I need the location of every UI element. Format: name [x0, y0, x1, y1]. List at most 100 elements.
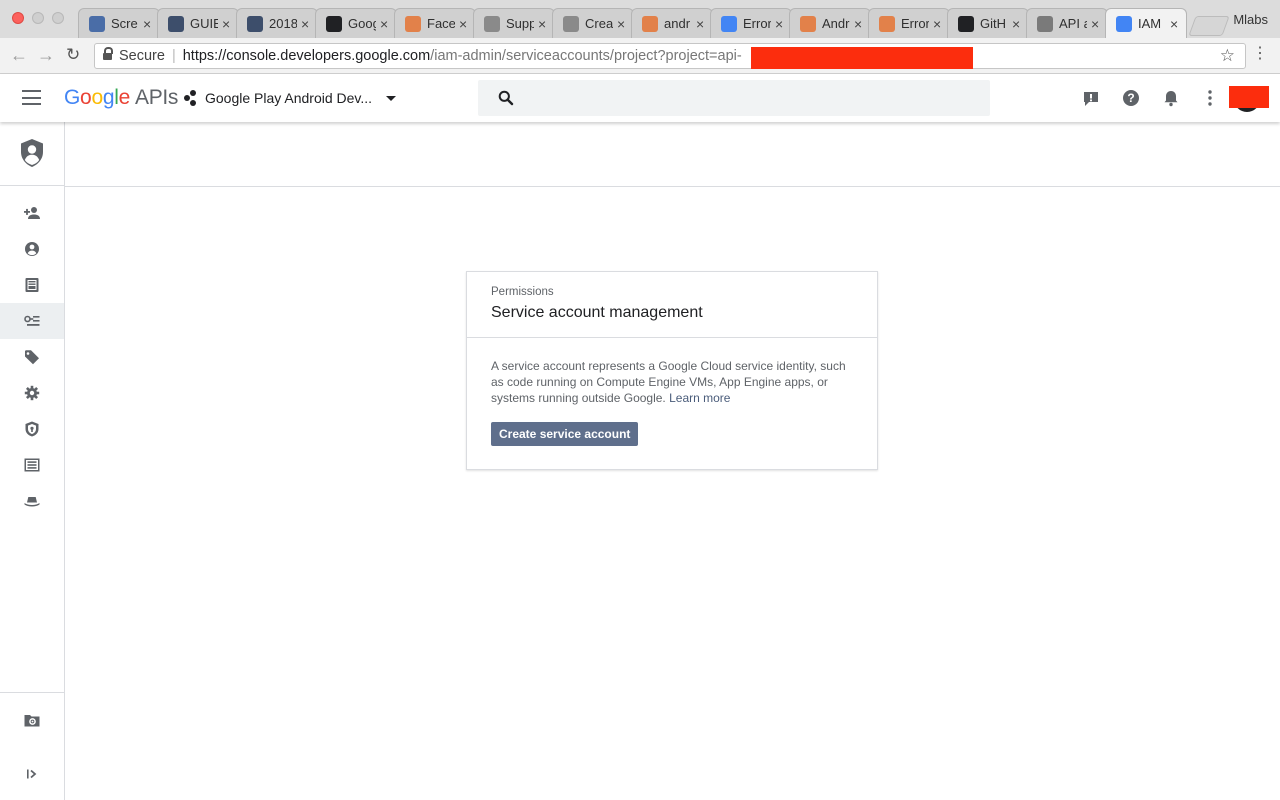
redaction-block	[1229, 86, 1269, 108]
tab-close-icon[interactable]: ×	[538, 17, 548, 31]
browser-tab[interactable]: Andr ×	[789, 8, 871, 38]
url-separator: |	[171, 48, 176, 64]
sidebar-expand-toggle[interactable]	[0, 756, 64, 792]
redaction-block	[751, 47, 973, 69]
console-header: Google APIs Google Play Android Dev... ?	[0, 74, 1280, 122]
sidebar-item-quotas[interactable]	[0, 447, 64, 483]
secure-label: Secure	[119, 48, 165, 64]
help-icon[interactable]: ?	[1121, 88, 1141, 108]
sidebar-item-iam[interactable]	[0, 195, 64, 231]
stackoverflow-icon	[879, 15, 895, 32]
play-icon	[1037, 15, 1053, 32]
sidebar-item-privacy[interactable]	[0, 411, 64, 447]
more-options-icon[interactable]	[1200, 88, 1220, 108]
notion-icon	[247, 15, 263, 32]
browser-tab[interactable]: Error ×	[710, 8, 792, 38]
google-icon	[721, 15, 737, 32]
folder-gear-icon	[24, 715, 40, 727]
browser-menu-icon[interactable]: ⋮	[1252, 46, 1268, 62]
tab-close-icon[interactable]: ×	[222, 17, 232, 31]
sidebar-item-audit[interactable]	[0, 267, 64, 303]
tab-close-icon[interactable]: ×	[380, 17, 390, 31]
tab-close-icon[interactable]: ×	[933, 17, 943, 31]
browser-tab-label: Andr	[822, 16, 850, 31]
browser-tab-label: andr	[664, 16, 691, 31]
browser-tab[interactable]: Goog ×	[315, 8, 397, 38]
window-maximize-button[interactable]	[52, 12, 64, 24]
browser-tab[interactable]: IAM ×	[1105, 8, 1187, 38]
tab-close-icon[interactable]: ×	[459, 17, 469, 31]
tab-close-icon[interactable]: ×	[617, 17, 627, 31]
hat-icon	[24, 497, 40, 507]
url-host: https://console.developers.google.com	[182, 48, 431, 64]
new-tab-button[interactable]	[1188, 16, 1230, 36]
reload-icon[interactable]: ↻	[66, 46, 80, 64]
browser-tab[interactable]: 2018 ×	[236, 8, 318, 38]
browser-tab-label: Supp	[506, 16, 534, 31]
browser-tab[interactable]: Error ×	[868, 8, 950, 38]
hamburger-menu-icon[interactable]	[22, 90, 41, 105]
sidebar-item-manage-resources[interactable]	[0, 702, 64, 738]
address-bar[interactable]: Secure | https://console.developers.goog…	[94, 43, 1246, 69]
sidebar-item-settings[interactable]	[0, 375, 64, 411]
card-title: Service account management	[491, 304, 703, 321]
browser-tab[interactable]: Supp ×	[473, 8, 555, 38]
sidebar-item-service-accounts[interactable]	[0, 303, 64, 339]
tab-close-icon[interactable]: ×	[301, 17, 311, 31]
tab-close-icon[interactable]: ×	[775, 17, 785, 31]
browser-tab[interactable]: API a ×	[1026, 8, 1108, 38]
github-icon	[958, 15, 974, 32]
project-icon	[184, 90, 198, 106]
browser-tab-label: Error	[901, 16, 929, 31]
create-service-account-button[interactable]: Create service account	[491, 422, 639, 446]
dropdown-caret-icon	[386, 95, 397, 101]
sidebar-item-roles[interactable]	[0, 483, 64, 519]
tab-close-icon[interactable]: ×	[854, 17, 864, 31]
card-header: Permissions Service account management	[467, 272, 877, 338]
browser-tab-label: IAM	[1138, 16, 1162, 31]
search-bar[interactable]	[478, 80, 990, 116]
browser-tab-label: GUIE	[190, 16, 218, 31]
browser-tab-label: GitH	[980, 16, 1006, 31]
notifications-bell-icon[interactable]	[1161, 88, 1181, 108]
tab-close-icon[interactable]: ×	[696, 17, 706, 31]
window-close-button[interactable]	[12, 12, 24, 24]
tab-close-icon[interactable]: ×	[1012, 17, 1022, 31]
logo-letter: o	[80, 86, 92, 109]
tab-close-icon[interactable]: ×	[1091, 17, 1101, 31]
android-icon	[563, 15, 579, 32]
feedback-icon[interactable]	[1081, 88, 1101, 108]
learn-more-link[interactable]: Learn more	[669, 391, 730, 405]
tab-close-icon[interactable]: ×	[1170, 17, 1180, 31]
forward-arrow-icon[interactable]: →	[37, 46, 55, 64]
browser-tab[interactable]: Crea ×	[552, 8, 634, 38]
svg-text:?: ?	[1127, 91, 1134, 105]
tab-close-icon[interactable]: ×	[143, 17, 153, 31]
bookmark-star-icon[interactable]: ☆	[1220, 46, 1235, 66]
browser-tab-label: 2018	[269, 16, 297, 31]
expand-sidebar-icon	[27, 769, 37, 779]
sidebar-item-identity[interactable]	[0, 231, 64, 267]
add-person-icon	[24, 207, 40, 219]
label-tag-icon	[25, 350, 39, 365]
sidebar-item-labels[interactable]	[0, 339, 64, 375]
project-name: Google Play Android Dev...	[205, 90, 373, 106]
browser-tab[interactable]: GUIE ×	[157, 8, 239, 38]
browser-tab[interactable]: andr ×	[631, 8, 713, 38]
stackoverflow-icon	[642, 15, 658, 32]
browser-tab[interactable]: Face ×	[394, 8, 476, 38]
browser-tab[interactable]: Scre ×	[78, 8, 160, 38]
logo-letter: e	[118, 86, 131, 109]
back-arrow-icon[interactable]: ←	[10, 46, 28, 64]
browser-tab[interactable]: GitH ×	[947, 8, 1029, 38]
window-minimize-button[interactable]	[32, 12, 44, 24]
iam-header-area	[0, 122, 64, 186]
browser-tab-label: Face	[427, 16, 455, 31]
browser-profile-name[interactable]: Mlabs	[1233, 12, 1268, 27]
browser-tab-strip: Scre × GUIE × 2018 × Goog × Face × Supp × Crea × andr ×…	[0, 0, 1280, 38]
google-apis-logo[interactable]: Google APIs	[64, 86, 178, 110]
gear-icon	[24, 385, 40, 401]
project-selector[interactable]: Google Play Android Dev...	[184, 87, 397, 109]
iam-shield-icon	[21, 139, 43, 167]
browser-toolbar: ← → ↻ Secure | https://console.developer…	[0, 38, 1280, 74]
